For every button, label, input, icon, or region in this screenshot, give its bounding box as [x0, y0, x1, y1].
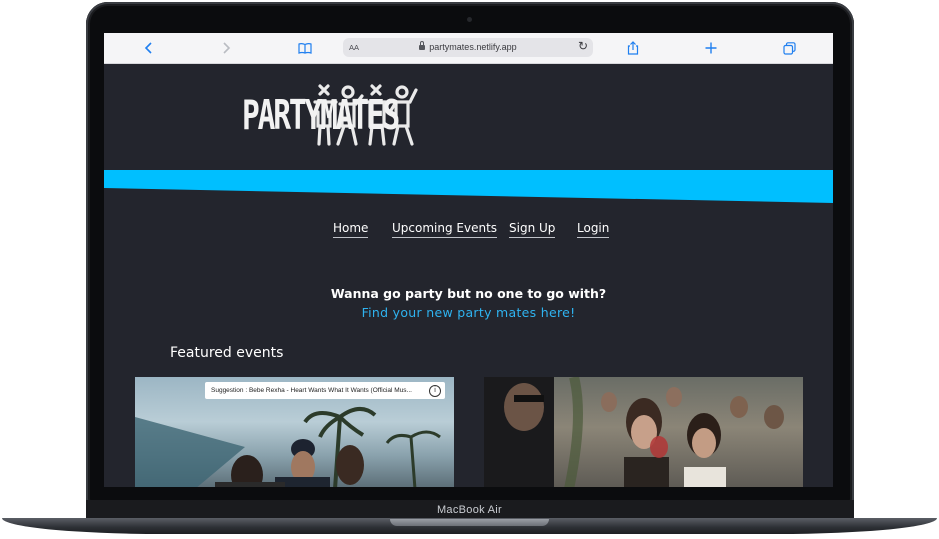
browser-screen: AA partymates.netlify.app ↻ PARTYMATES H…: [104, 33, 833, 487]
featured-heading: Featured events: [170, 345, 284, 361]
video-suggestion-bar[interactable]: Suggestion : Bebe Rexha - Heart Wants Wh…: [205, 382, 445, 399]
event-card-2[interactable]: [484, 377, 803, 487]
bookmarks-icon[interactable]: [290, 33, 320, 63]
camera-icon: [467, 17, 472, 22]
party-photo-2: [484, 377, 784, 487]
tagline: Wanna go party but no one to go with?: [330, 286, 607, 301]
device-label: MacBook Air: [436, 504, 503, 516]
lock-icon: [419, 41, 426, 50]
nav-upcoming-events[interactable]: Upcoming Events: [392, 221, 498, 238]
forward-icon[interactable]: [211, 33, 241, 63]
info-icon[interactable]: i: [429, 385, 441, 397]
accent-stripe: [104, 170, 833, 203]
url-text: partymates.netlify.app: [429, 42, 517, 52]
event-card-video[interactable]: Suggestion : Bebe Rexha - Heart Wants Wh…: [135, 377, 454, 487]
share-icon[interactable]: [618, 33, 648, 63]
nav-login[interactable]: Login: [577, 221, 610, 238]
video-suggestion-text: Suggestion : Bebe Rexha - Heart Wants Wh…: [211, 387, 412, 394]
new-tab-icon[interactable]: [696, 33, 726, 63]
laptop-notch: [390, 519, 549, 526]
reload-icon[interactable]: ↻: [578, 39, 588, 53]
address-bar[interactable]: AA partymates.netlify.app ↻: [343, 38, 593, 57]
tabs-icon[interactable]: [774, 33, 804, 63]
back-icon[interactable]: [134, 33, 164, 63]
nav-home[interactable]: Home: [333, 221, 369, 238]
cta-link[interactable]: Find your new party mates here!: [104, 305, 833, 320]
browser-toolbar: AA partymates.netlify.app ↻: [104, 33, 833, 64]
nav-sign-up[interactable]: Sign Up: [509, 221, 556, 238]
brand-name: PARTYMATES: [242, 91, 400, 139]
